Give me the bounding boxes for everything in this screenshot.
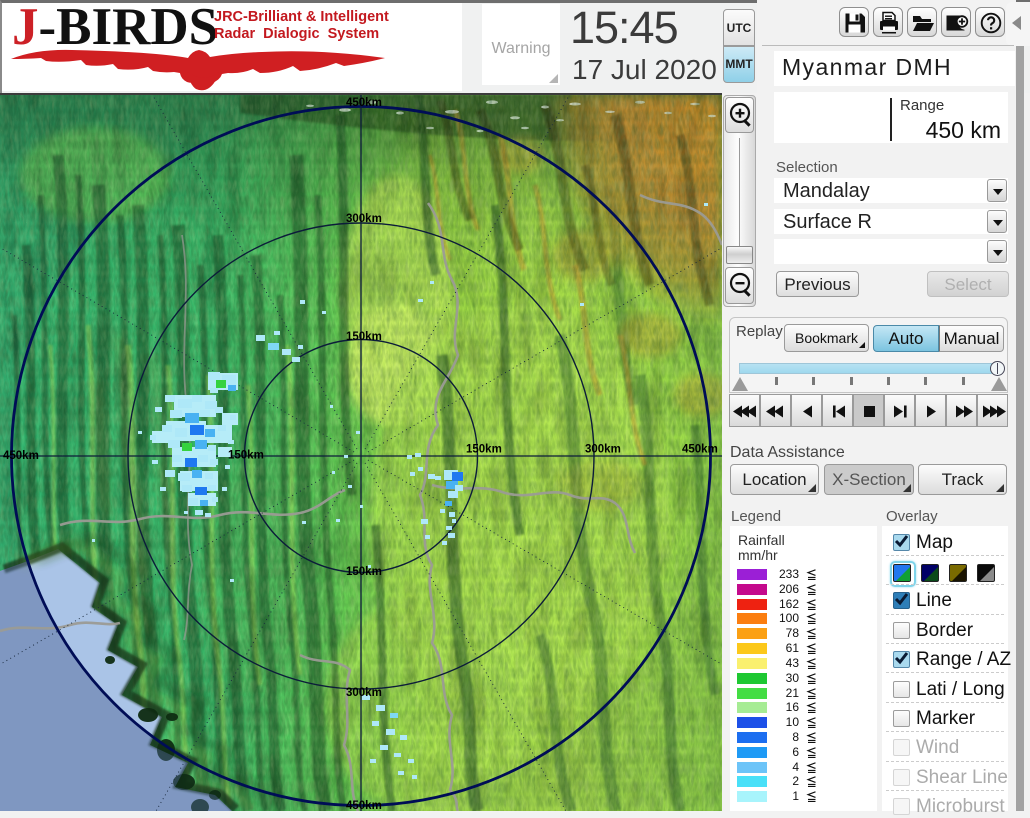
svg-text:450km: 450km [346,800,382,811]
svg-text:150km: 150km [346,566,382,578]
svg-text:300km: 300km [346,687,382,699]
svg-text:150km: 150km [466,444,502,456]
svg-text:150km: 150km [228,450,264,462]
svg-text:300km: 300km [585,444,621,456]
svg-text:150km: 150km [346,331,382,343]
svg-text:450km: 450km [346,97,382,109]
svg-text:300km: 300km [346,213,382,225]
svg-text:450km: 450km [3,450,39,462]
svg-text:450km: 450km [682,444,718,456]
